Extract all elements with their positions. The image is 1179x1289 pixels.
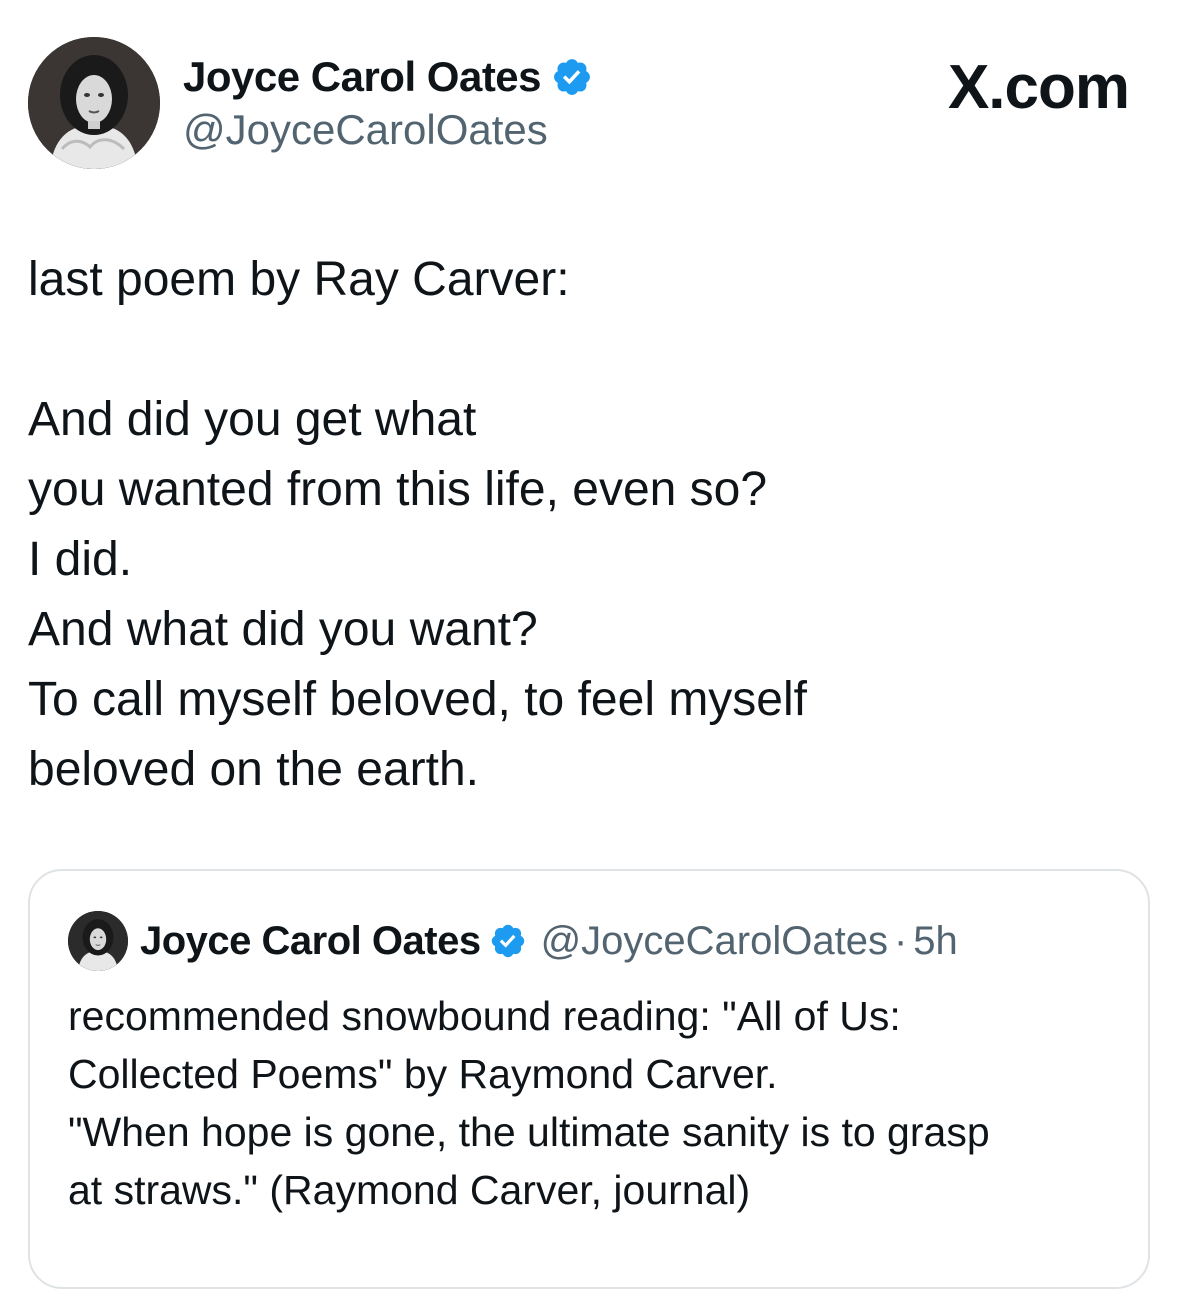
- author-handle[interactable]: @JoyceCarolOates: [183, 106, 548, 154]
- quoted-tweet-header: Joyce Carol Oates @JoyceCarolOates · 5h: [68, 909, 958, 973]
- author-name-row: Joyce Carol Oates: [183, 50, 593, 104]
- tweet-line: I did.: [28, 533, 133, 586]
- tweet-text: last poem by Ray Carver: And did you get…: [28, 245, 1148, 805]
- quoted-tweet-time[interactable]: 5h: [913, 919, 958, 964]
- tweet-line: To call myself beloved, to feel myself: [28, 673, 807, 726]
- separator-dot: ·: [893, 918, 908, 963]
- brand-label: X.com: [947, 53, 1130, 122]
- quoted-tweet-line: "When hope is gone, the ultimate sanity …: [68, 1109, 990, 1155]
- verified-badge-icon: [489, 922, 527, 960]
- quoted-author-name[interactable]: Joyce Carol Oates: [140, 919, 481, 964]
- tweet-line: And did you get what: [28, 393, 477, 446]
- quoted-tweet-text: recommended snowbound reading: "All of U…: [68, 987, 1128, 1219]
- tweet-line: And what did you want?: [28, 603, 538, 656]
- tweet-line: [28, 315, 1148, 385]
- quoted-tweet-line: recommended snowbound reading: "All of U…: [68, 993, 901, 1039]
- author-avatar[interactable]: [28, 37, 160, 169]
- tweet-line: beloved on the earth.: [28, 743, 480, 796]
- tweet-line: last poem by Ray Carver:: [28, 253, 570, 306]
- tweet-line: you wanted from this life, even so?: [28, 463, 768, 516]
- quoted-tweet-card[interactable]: Joyce Carol Oates @JoyceCarolOates · 5h …: [28, 869, 1150, 1289]
- quoted-tweet-line: at straws." (Raymond Carver, journal): [68, 1167, 751, 1213]
- quoted-author-avatar[interactable]: [68, 911, 128, 971]
- quoted-author-handle[interactable]: @JoyceCarolOates: [541, 919, 888, 964]
- verified-badge-icon: [551, 56, 593, 98]
- quoted-tweet-line: Collected Poems" by Raymond Carver.: [68, 1051, 778, 1097]
- author-name[interactable]: Joyce Carol Oates: [183, 53, 542, 101]
